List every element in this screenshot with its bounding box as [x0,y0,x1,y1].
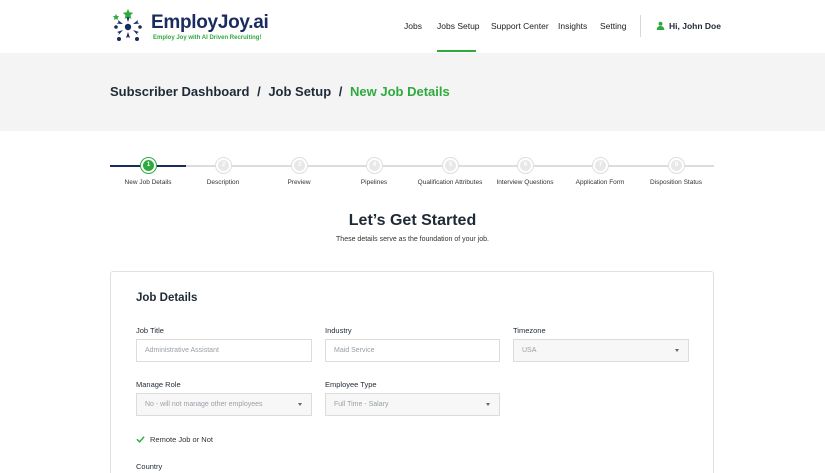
logo-mark-icon [112,9,142,41]
job-title-label: Job Title [136,326,164,335]
setup-stepper: 1 New Job Details 2 Description 3 Previe… [110,156,714,196]
top-header: EmployJoy.ai Employ Joy with AI Driven R… [0,0,825,53]
page-title: Let’s Get Started [348,212,477,229]
manage-role-value: No - will not manage other employees [145,401,263,408]
nav-item-insights[interactable]: Insights [558,21,587,31]
page-subtitle: These details serve as the foundation of… [336,236,489,243]
user-greeting: Hi, John Doe [669,21,721,31]
step-8-dot[interactable]: 8 [669,158,684,173]
user-menu[interactable]: Hi, John Doe [656,21,721,31]
step-7-label: Application Form [575,179,625,186]
step-3-label: Preview [287,179,311,186]
remote-job-checkbox[interactable] [136,435,145,444]
nav-divider [640,15,641,37]
step-5-dot[interactable]: 5 [443,158,458,173]
chevron-down-icon [675,349,679,352]
nav-active-indicator [437,50,476,52]
remote-job-label: Remote Job or Not [150,435,213,444]
employee-type-label: Employee Type [325,380,377,389]
manage-role-label: Manage Role [136,380,181,389]
breadcrumb-separator: / [257,84,261,99]
job-title-input[interactable]: Administrative Assistant [136,339,312,362]
employee-type-value: Full Time - Salary [334,401,389,408]
step-1-label: New Job Details [124,179,172,186]
chevron-down-icon [298,403,302,406]
step-1-dot[interactable]: 1 [141,158,156,173]
step-5-label: Qualification Attributes [417,179,483,186]
timezone-select[interactable]: USA [513,339,689,362]
breadcrumb-current: New Job Details [350,84,450,99]
industry-label: Industry [325,326,352,335]
user-icon [656,21,665,30]
chevron-down-icon [486,403,490,406]
manage-role-select[interactable]: No - will not manage other employees [136,393,312,416]
step-4-dot[interactable]: 4 [367,158,382,173]
nav-item-support-center[interactable]: Support Center [491,21,549,31]
nav-item-jobs[interactable]: Jobs [404,21,422,31]
step-6-label: Interview Questions [496,179,554,186]
step-3-dot[interactable]: 3 [292,158,307,173]
step-7-dot[interactable]: 7 [593,158,608,173]
brand-name: EmployJoy.ai [151,12,269,33]
timezone-label: Timezone [513,326,546,335]
timezone-value: USA [522,347,537,354]
breadcrumb-item-dashboard[interactable]: Subscriber Dashboard [110,84,249,99]
breadcrumb-item-job-setup[interactable]: Job Setup [268,84,331,99]
brand-tagline: Employ Joy with AI Driven Recruiting! [153,35,262,41]
breadcrumb: Subscriber Dashboard / Job Setup / New J… [110,84,450,99]
brand-logo[interactable]: EmployJoy.ai Employ Joy with AI Driven R… [110,8,270,48]
step-2-label: Description [206,179,240,186]
step-2-dot[interactable]: 2 [216,158,231,173]
step-4-label: Pipelines [360,179,388,186]
step-6-dot[interactable]: 6 [518,158,533,173]
industry-input[interactable]: Maid Service [325,339,500,362]
card-title: Job Details [136,292,198,304]
breadcrumb-separator: / [338,84,343,99]
nav-item-setting[interactable]: Setting [600,21,626,31]
employee-type-select[interactable]: Full Time - Salary [325,393,500,416]
country-label: Country [136,462,163,471]
nav-item-jobs-setup[interactable]: Jobs Setup [437,21,480,31]
step-8-label: Disposition Status [649,179,703,186]
